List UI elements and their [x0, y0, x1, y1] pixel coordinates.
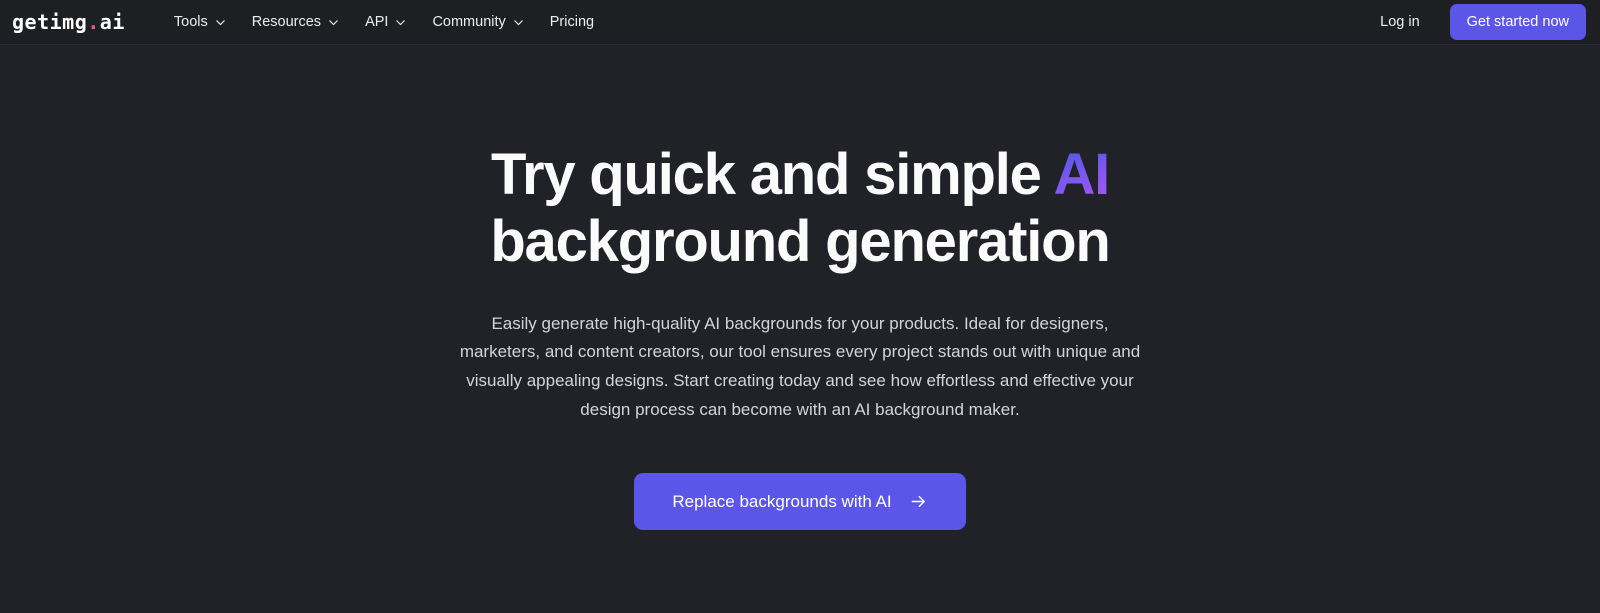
nav-item-resources[interactable]: Resources: [239, 9, 352, 36]
nav-item-label: Resources: [251, 13, 322, 30]
page-title-accent: AI: [1053, 142, 1110, 207]
replace-backgrounds-label: Replace backgrounds with AI: [672, 492, 892, 512]
page-title: Try quick and simple AI background genera…: [450, 141, 1150, 276]
nav-item-pricing[interactable]: Pricing: [537, 9, 607, 36]
nav-item-api[interactable]: API: [352, 9, 419, 36]
nav-item-community[interactable]: Community: [419, 9, 536, 36]
logo-tld: ai: [99, 10, 125, 34]
nav-item-label: Community: [432, 13, 506, 30]
nav-item-label: Tools: [173, 13, 208, 30]
header-actions: Log in Get started now: [1364, 3, 1586, 41]
chevron-down-icon: [513, 17, 524, 28]
nav-item-tools[interactable]: Tools: [161, 9, 239, 36]
logo-name: getimg: [12, 10, 88, 34]
replace-backgrounds-button[interactable]: Replace backgrounds with AI: [634, 473, 966, 531]
hero-cta-wrapper: Replace backgrounds with AI: [634, 473, 966, 531]
arrow-right-icon: [909, 492, 928, 511]
page-title-line2: background generation: [490, 209, 1111, 275]
nav-item-label: API: [365, 13, 389, 30]
page-title-line1: Try quick and simple: [490, 142, 1054, 207]
logo-dot: .: [87, 10, 100, 34]
nav-item-label: Pricing: [549, 13, 595, 30]
hero-section: Try quick and simple AI background genera…: [0, 45, 1600, 531]
hero-subtitle: Easily generate high-quality AI backgrou…: [459, 313, 1141, 420]
site-header: getimg.ai Tools Resources API Community …: [0, 0, 1600, 45]
login-link[interactable]: Log in: [1364, 8, 1436, 37]
site-logo[interactable]: getimg.ai: [12, 12, 125, 32]
main-navigation: Tools Resources API Community Pricing: [161, 9, 607, 36]
chevron-down-icon: [215, 17, 226, 28]
chevron-down-icon: [328, 17, 339, 28]
get-started-button[interactable]: Get started now: [1449, 3, 1586, 41]
chevron-down-icon: [395, 17, 406, 28]
